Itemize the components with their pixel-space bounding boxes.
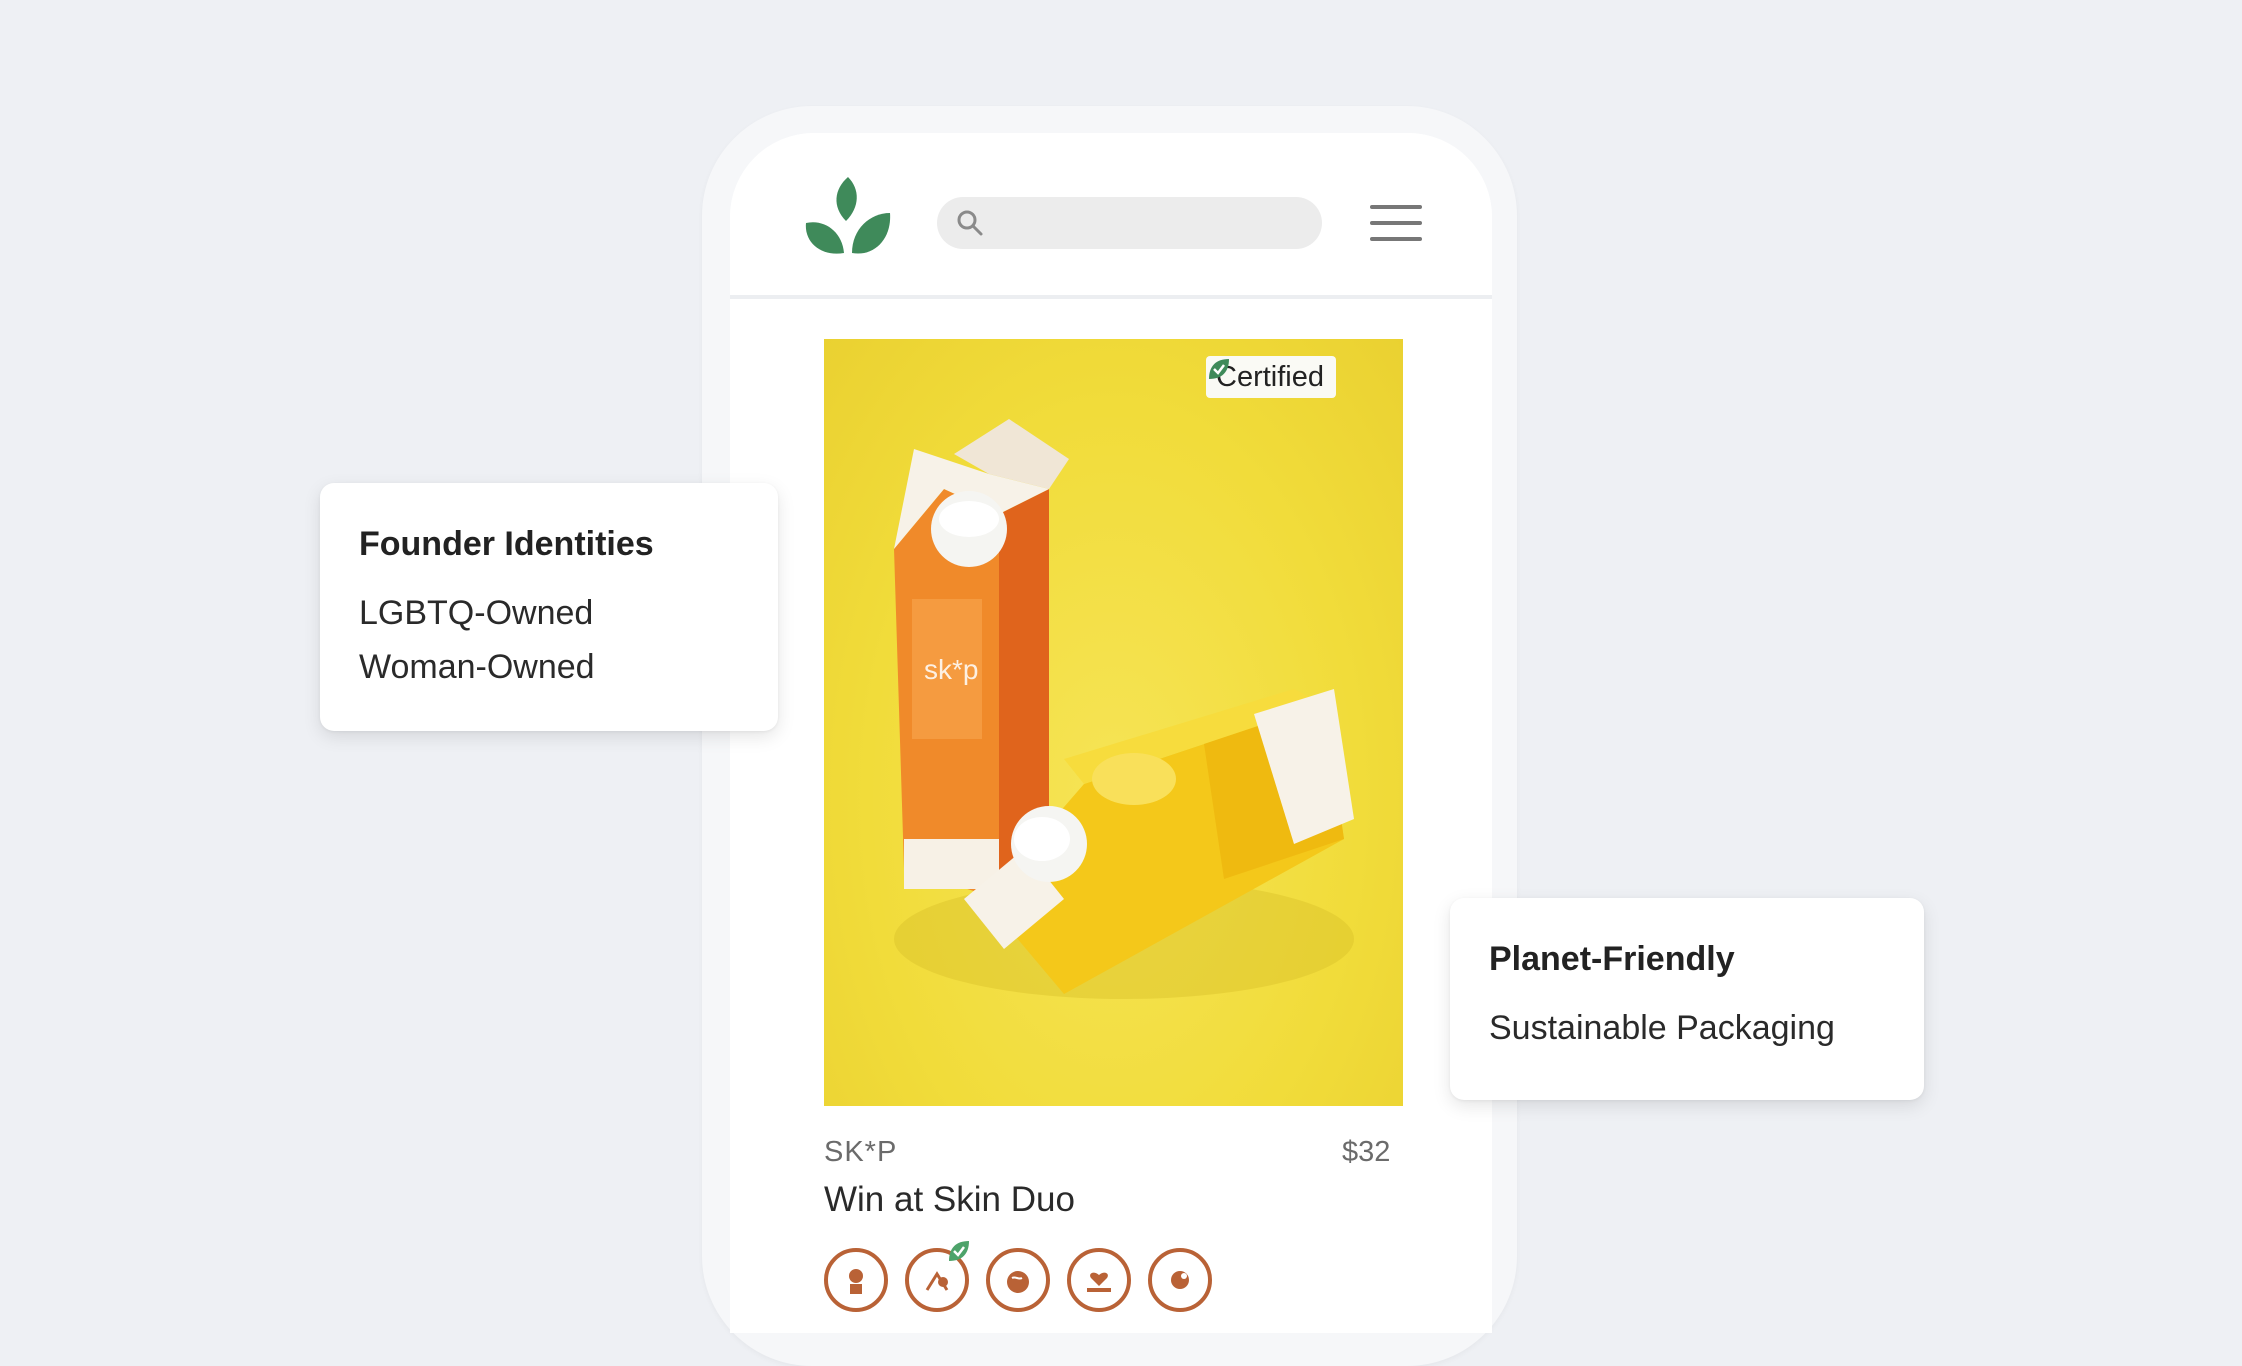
heart-hand-icon[interactable] bbox=[1067, 1248, 1131, 1312]
planet-friendly-title: Planet-Friendly bbox=[1489, 940, 1735, 978]
search-icon bbox=[957, 210, 983, 236]
verified-check-icon bbox=[949, 1241, 969, 1261]
search-input[interactable] bbox=[937, 197, 1322, 249]
product-photo-art: sk*p bbox=[894, 419, 1354, 999]
product-price: $32 bbox=[1342, 1136, 1391, 1168]
phone-screen: sk*p Certified SK*P $32 Win at Skin Duo bbox=[730, 133, 1492, 1333]
planet-friendly-item: Sustainable Packaging bbox=[1489, 1009, 1835, 1047]
founder-identity-item: Woman-Owned bbox=[359, 648, 595, 686]
planet-friendly-card: Planet-Friendly Sustainable Packaging bbox=[1450, 898, 1924, 1100]
hamburger-menu-icon[interactable] bbox=[1370, 203, 1422, 243]
product-name[interactable]: Win at Skin Duo bbox=[824, 1180, 1075, 1220]
product-image[interactable]: sk*p Certified bbox=[824, 339, 1403, 1106]
product-brand[interactable]: SK*P bbox=[824, 1136, 897, 1169]
founder-identity-item: LGBTQ-Owned bbox=[359, 594, 594, 632]
app-header bbox=[730, 133, 1492, 299]
leaf-logo-icon[interactable] bbox=[800, 173, 896, 259]
founder-identities-card: Founder Identities LGBTQ-Owned Woman-Own… bbox=[320, 483, 778, 731]
certified-badge: Certified bbox=[1206, 356, 1336, 398]
founder-icon[interactable] bbox=[824, 1248, 888, 1312]
certified-badge-label: Certified bbox=[1216, 360, 1324, 393]
community-icon[interactable] bbox=[1148, 1248, 1212, 1312]
leaf-check-icon bbox=[1209, 359, 1229, 379]
globe-icon[interactable] bbox=[986, 1248, 1050, 1312]
founder-identities-title: Founder Identities bbox=[359, 525, 654, 563]
svg-text:sk*p: sk*p bbox=[924, 654, 978, 685]
